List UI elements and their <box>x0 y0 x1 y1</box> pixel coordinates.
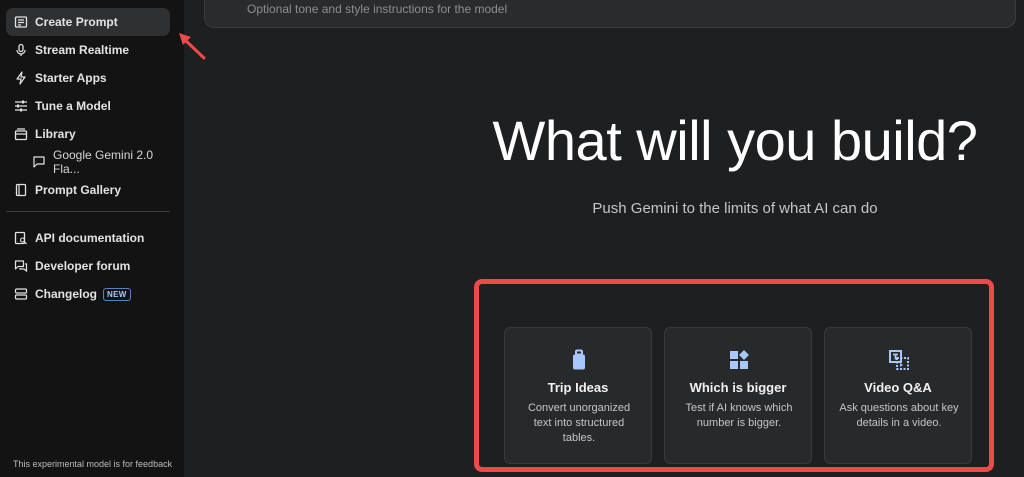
sidebar-item-label: Changelog <box>35 287 97 301</box>
luggage-icon <box>573 349 585 370</box>
card-video-qa[interactable]: Video Q&A Ask questions about key detail… <box>824 327 972 464</box>
bolt-icon <box>14 71 28 85</box>
annotation-arrow-icon <box>179 33 206 60</box>
library-icon <box>14 127 28 141</box>
sidebar: Create Prompt Stream Realtime Starter Ap… <box>0 0 184 477</box>
sidebar-item-label: Developer forum <box>35 259 131 273</box>
card-title: Which is bigger <box>689 380 787 395</box>
sidebar-item-stream-realtime[interactable]: Stream Realtime <box>6 36 170 64</box>
sidebar-item-api-documentation[interactable]: API documentation <box>6 224 170 252</box>
sidebar-item-create-prompt[interactable]: Create Prompt <box>6 8 170 36</box>
new-badge: NEW <box>103 287 131 301</box>
sidebar-divider <box>6 211 170 212</box>
system-instructions-panel[interactable]: Optional tone and style instructions for… <box>204 0 1016 28</box>
sidebar-item-label: Google Gemini 2.0 Fla... <box>53 148 154 176</box>
shapes-icon <box>730 350 749 369</box>
sidebar-footer-notice: This experimental model is for feedback <box>13 459 173 469</box>
tune-icon <box>14 99 28 113</box>
video-qa-icon <box>889 350 909 370</box>
sidebar-item-label: Tune a Model <box>35 99 111 113</box>
page-subtitle: Push Gemini to the limits of what AI can… <box>592 200 878 217</box>
create-prompt-icon <box>14 15 28 29</box>
forum-icon <box>14 259 28 273</box>
microphone-icon <box>14 43 28 57</box>
sidebar-item-library[interactable]: Library <box>6 120 170 148</box>
card-which-is-bigger[interactable]: Which is bigger Test if AI knows which n… <box>664 327 812 464</box>
changelog-icon <box>14 287 28 301</box>
system-instructions-placeholder[interactable]: Optional tone and style instructions for… <box>247 2 507 16</box>
sidebar-item-label: Prompt Gallery <box>35 183 122 197</box>
sidebar-item-changelog[interactable]: Changelog NEW <box>6 280 170 308</box>
sidebar-item-prompt-gallery[interactable]: Prompt Gallery <box>6 176 170 204</box>
card-description: Ask questions about key details in a vid… <box>839 402 959 429</box>
card-description: Test if AI knows which number is bigger. <box>685 402 793 429</box>
chat-icon <box>32 155 46 169</box>
sidebar-item-label: API documentation <box>35 231 145 245</box>
sidebar-item-label: Stream Realtime <box>35 43 130 57</box>
card-description: Convert unorganized text into structured… <box>527 402 631 444</box>
sidebar-item-tune-a-model[interactable]: Tune a Model <box>6 92 170 120</box>
sidebar-item-label: Create Prompt <box>35 15 118 29</box>
sidebar-item-label: Library <box>35 127 76 141</box>
book-icon <box>14 183 28 197</box>
page-title: What will you build? <box>492 109 978 172</box>
sidebar-item-gemini-chat[interactable]: Google Gemini 2.0 Fla... <box>24 148 174 176</box>
sidebar-item-label: Starter Apps <box>35 71 107 85</box>
card-trip-ideas[interactable]: Trip Ideas Convert unorganized text into… <box>504 327 652 464</box>
doc-search-icon <box>14 231 28 245</box>
card-title: Trip Ideas <box>547 380 609 395</box>
sidebar-item-starter-apps[interactable]: Starter Apps <box>6 64 170 92</box>
card-title: Video Q&A <box>864 380 932 395</box>
sidebar-item-developer-forum[interactable]: Developer forum <box>6 252 170 280</box>
